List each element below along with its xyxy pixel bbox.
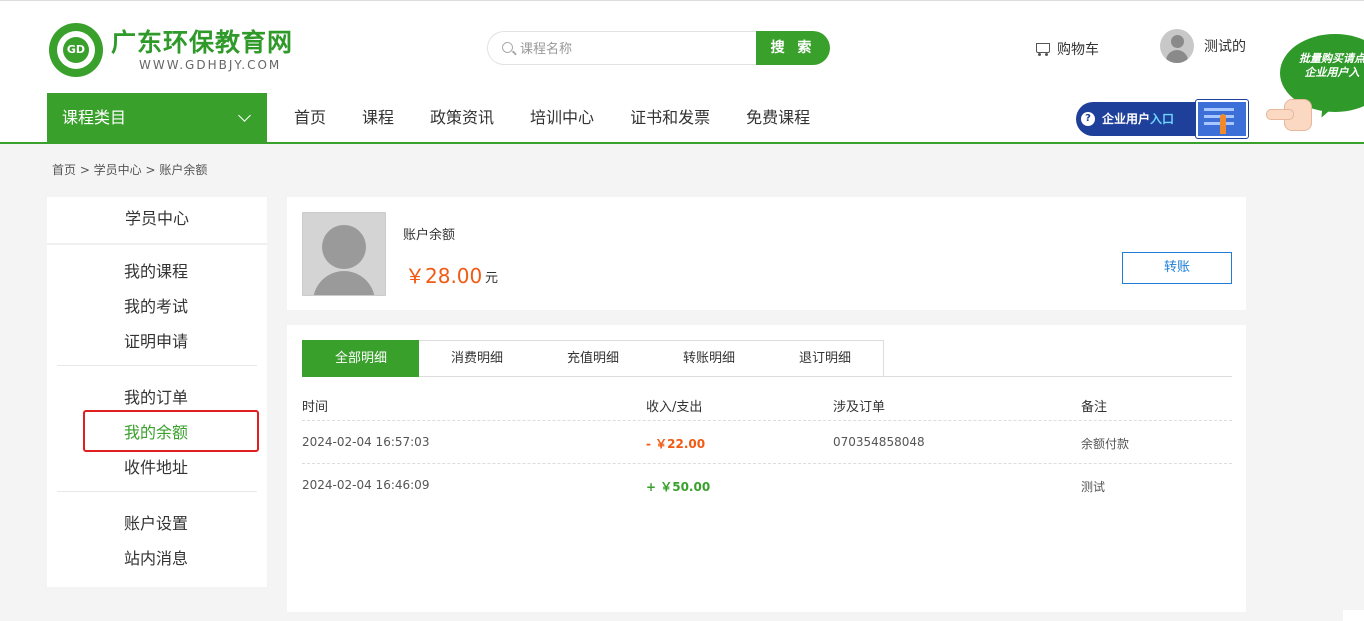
row-order-number[interactable]: 070354858048 (833, 435, 925, 449)
sidebar-divider (57, 365, 257, 366)
person-icon (1220, 114, 1226, 134)
transactions-card: 全部明细 消费明细 充值明细 转账明细 退订明细 时间 收入/支出 涉及订单 备… (287, 325, 1246, 612)
sidebar-item-site-messages[interactable]: 站内消息 (124, 545, 188, 569)
sidebar-item-account-settings[interactable]: 账户设置 (124, 510, 188, 534)
cart-label: 购物车 (1057, 42, 1099, 58)
column-header-note: 备注 (1081, 400, 1108, 415)
breadcrumb: 首页 > 学员中心 > 账户余额 (52, 163, 208, 177)
balance-card: 账户余额 ￥28.00 元 转账 (287, 197, 1246, 310)
tab-refund-details[interactable]: 退订明细 (767, 340, 884, 377)
transfer-button[interactable]: 转账 (1122, 252, 1232, 284)
profile-avatar (302, 212, 386, 296)
row-note: 测试 (1081, 480, 1106, 494)
selection-highlight-box (83, 410, 259, 452)
chevron-down-icon (238, 109, 251, 122)
sidebar-item-certificate-request[interactable]: 证明申请 (124, 328, 188, 352)
tab-transfer-details[interactable]: 转账明细 (651, 340, 768, 377)
scrollbar-corner (1343, 610, 1364, 621)
shopping-cart-icon (1033, 41, 1051, 57)
balance-amount: ￥28.00 (405, 264, 483, 288)
nav-item-courses[interactable]: 课程 (344, 93, 412, 142)
course-category-dropdown[interactable]: 课程类目 (47, 93, 267, 142)
question-icon: ? (1081, 112, 1095, 126)
row-divider (302, 420, 1232, 421)
nav-item-policy-news[interactable]: 政策资讯 (412, 93, 512, 142)
cart-link[interactable]: 购物车 (1033, 39, 1099, 59)
nav-item-training-center[interactable]: 培训中心 (512, 93, 612, 142)
sidebar-item-my-courses[interactable]: 我的课程 (124, 258, 188, 282)
tab-all-details[interactable]: 全部明细 (302, 340, 420, 377)
balance-unit: 元 (485, 271, 499, 286)
site-url: WWW.GDHBJY.COM (139, 58, 282, 72)
tab-recharge-details[interactable]: 充值明细 (535, 340, 652, 377)
main-nav: 首页 课程 政策资讯 培训中心 证书和发票 免费课程 (276, 93, 828, 142)
sidebar-item-shipping-address[interactable]: 收件地址 (124, 454, 188, 478)
username: 测试的 (1204, 39, 1246, 55)
user-menu[interactable]: 测试的 (1160, 29, 1246, 63)
sidebar-divider (57, 491, 257, 492)
enterprise-entry-label: 入口 (1150, 112, 1175, 126)
row-amount: - ￥22.00 (646, 437, 706, 451)
pointing-hand-icon (1266, 97, 1312, 131)
search-button[interactable]: 搜 索 (756, 31, 830, 65)
tab-consumption-details[interactable]: 消费明细 (419, 340, 536, 377)
column-header-time: 时间 (302, 400, 329, 415)
sidebar-title: 学员中心 (47, 197, 267, 245)
sidebar-item-my-orders[interactable]: 我的订单 (124, 384, 188, 408)
row-divider (302, 463, 1232, 464)
site-name: 广东环保教育网 (111, 28, 294, 57)
enterprise-label: 企业用户 (1102, 112, 1151, 126)
transaction-tabs: 全部明细 消费明细 充值明细 转账明细 退订明细 (302, 340, 1232, 377)
site-logo[interactable]: GD 广东环保教育网 WWW.GDHBJY.COM (49, 23, 293, 77)
column-header-order: 涉及订单 (833, 400, 886, 415)
search-input[interactable] (518, 32, 752, 66)
promo-text[interactable]: 批量购买请点 企业用户入 (1292, 52, 1364, 80)
site-header: GD 广东环保教育网 WWW.GDHBJY.COM 搜 索 购物车 测试的 批量… (0, 1, 1364, 144)
balance-label: 账户余额 (403, 228, 456, 243)
enterprise-entry-button[interactable]: ? 企业用户入口 (1076, 100, 1248, 140)
row-time: 2024-02-04 16:57:03 (302, 435, 430, 449)
sidebar-item-my-exams[interactable]: 我的考试 (124, 293, 188, 317)
search-bar: 搜 索 (487, 31, 830, 66)
user-avatar (1160, 29, 1194, 63)
nav-item-home[interactable]: 首页 (276, 93, 344, 142)
logo-emblem-icon: GD (49, 23, 103, 77)
sidebar: 学员中心 我的课程 我的考试 证明申请 我的订单 我的余额 收件地址 账户设置 … (47, 197, 267, 587)
nav-item-free-courses[interactable]: 免费课程 (728, 93, 828, 142)
row-time: 2024-02-04 16:46:09 (302, 478, 430, 492)
row-amount: + ￥50.00 (646, 480, 711, 494)
row-note: 余额付款 (1081, 437, 1130, 451)
column-header-amount: 收入/支出 (646, 400, 703, 415)
search-icon (502, 42, 513, 53)
nav-item-certificates-invoices[interactable]: 证书和发票 (612, 93, 728, 142)
